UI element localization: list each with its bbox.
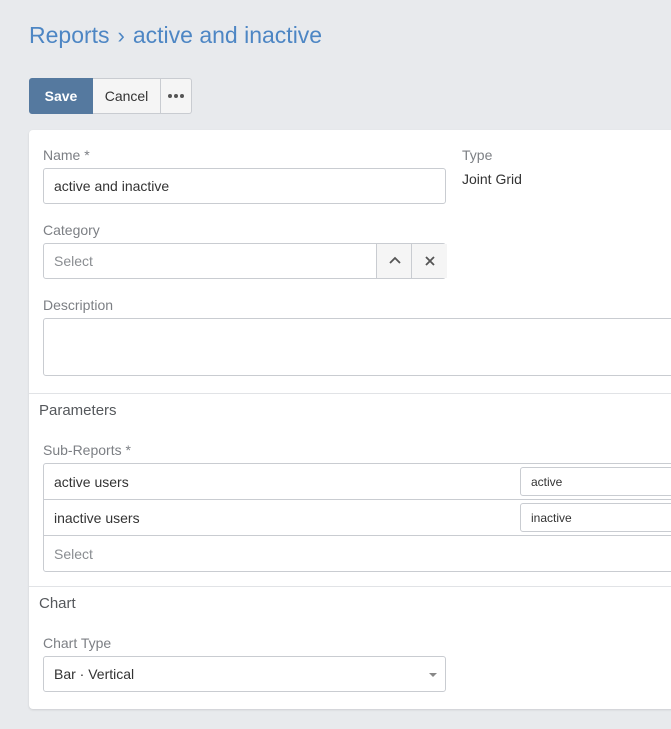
chart-type-label: Chart Type [43, 635, 112, 651]
category-placeholder: Select [54, 253, 93, 269]
subreport-row[interactable]: inactive users inactive [44, 500, 671, 536]
subreports-list: active users active inactive users inact… [43, 463, 671, 572]
category-select[interactable]: Select [43, 243, 447, 279]
parameters-section-title: Parameters [39, 402, 117, 419]
breadcrumb-reports-link[interactable]: Reports [29, 22, 110, 49]
category-clear-button[interactable] [411, 244, 447, 278]
description-label: Description [43, 297, 114, 313]
subreport-name: active users [54, 473, 129, 490]
chart-type-value: Bar · Vertical [54, 666, 135, 682]
subreport-add-select[interactable]: Select [44, 536, 671, 571]
ellipsis-icon [168, 94, 184, 98]
subreport-row[interactable]: active users active [44, 464, 671, 500]
toolbar: Save Cancel [29, 78, 192, 114]
more-actions-button[interactable] [161, 78, 192, 114]
page-title: active and inactive [132, 22, 323, 48]
cancel-button[interactable]: Cancel [93, 78, 161, 114]
category-label: Category [43, 222, 100, 238]
close-icon [424, 256, 435, 266]
save-button[interactable]: Save [29, 78, 93, 114]
subreport-alias-input[interactable]: inactive [520, 503, 671, 532]
name-input[interactable]: active and inactive [43, 168, 446, 204]
dropdown-caret-icon [429, 673, 437, 677]
divider [29, 586, 671, 587]
breadcrumb: Reports › active and inactive [29, 22, 322, 49]
divider [29, 393, 671, 394]
description-textarea[interactable] [43, 318, 671, 376]
type-value: Joint Grid [462, 171, 522, 187]
breadcrumb-separator: › [117, 22, 125, 48]
chart-section-title: Chart [39, 595, 76, 612]
subreport-name: inactive users [54, 509, 140, 526]
category-toggle-button[interactable] [376, 244, 412, 278]
name-label: Name * [43, 147, 90, 163]
subreport-alias-input[interactable]: active [520, 467, 671, 496]
subreports-label: Sub-Reports * [43, 442, 131, 458]
type-label: Type [462, 147, 493, 163]
chevron-up-icon [388, 256, 401, 264]
report-form-panel: Name * active and inactive Type Joint Gr… [29, 130, 671, 709]
subreport-select-placeholder: Select [54, 545, 93, 562]
chart-type-select[interactable]: Bar · Vertical [43, 656, 446, 692]
